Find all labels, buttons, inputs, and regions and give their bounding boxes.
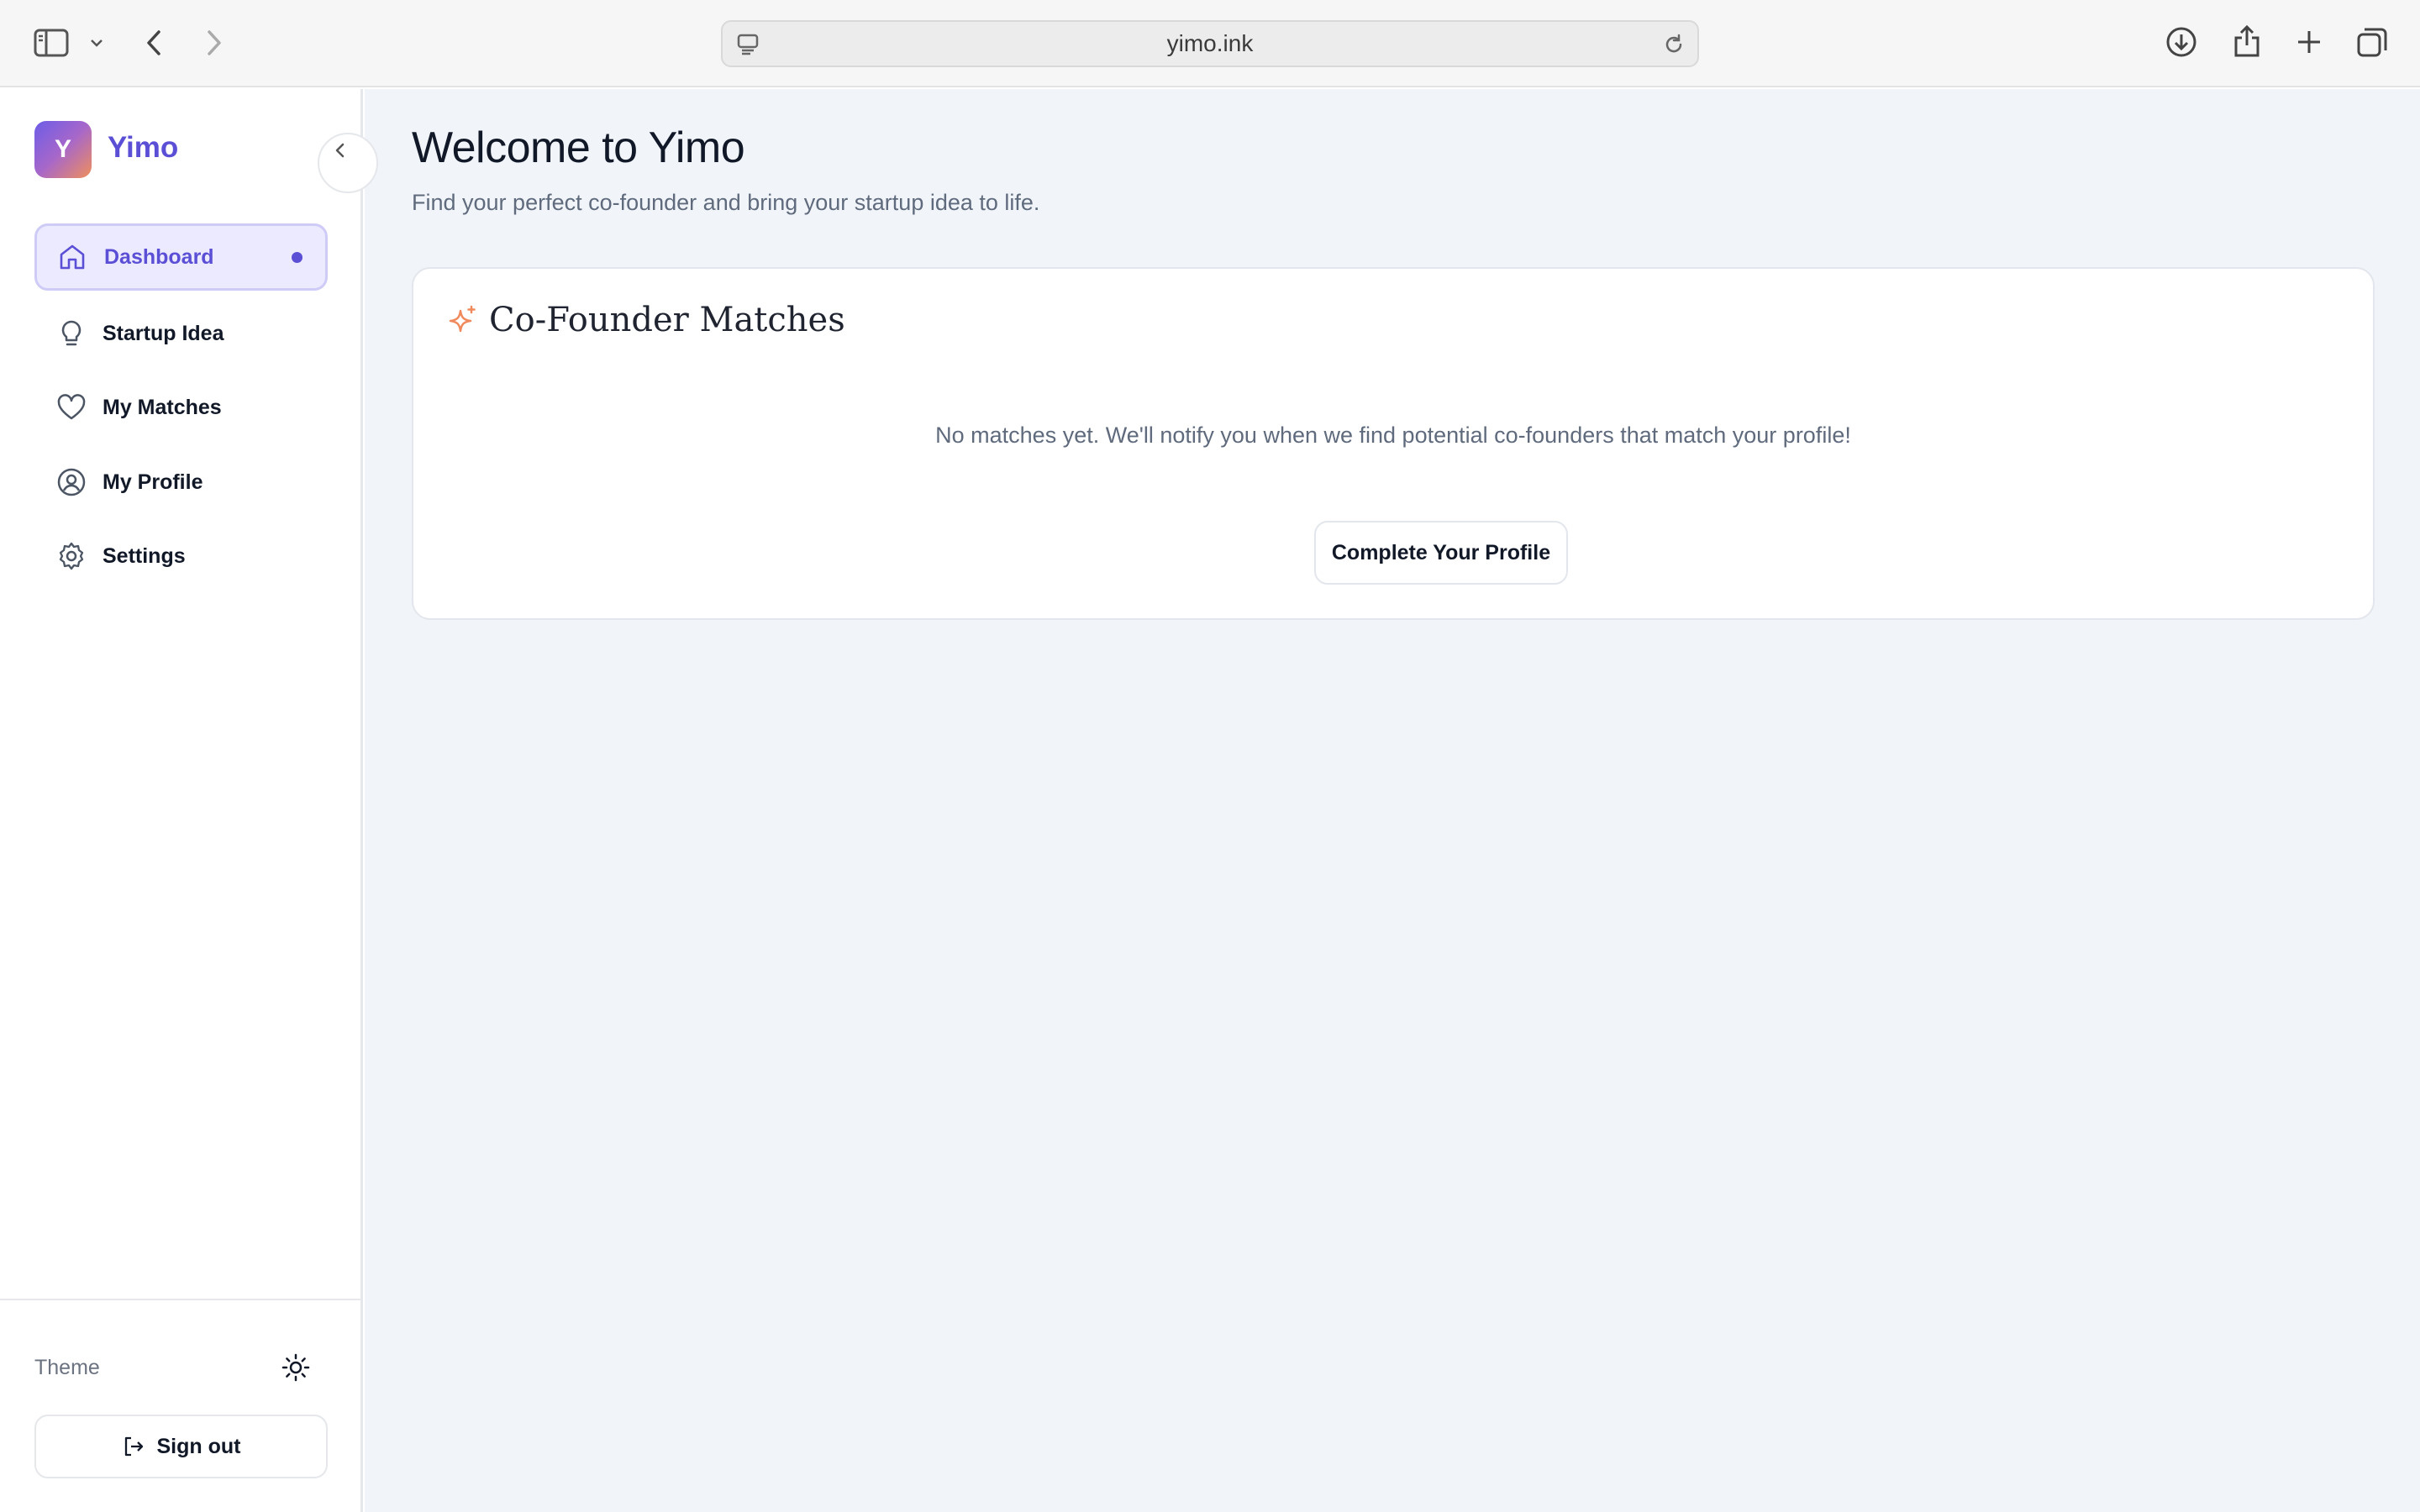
empty-state-message: No matches yet. We'll notify you when we…: [935, 423, 1851, 448]
complete-profile-button[interactable]: Complete Your Profile: [1314, 521, 1568, 585]
theme-label: Theme: [34, 1356, 100, 1379]
page-subtitle: Find your perfect co-founder and bring y…: [412, 190, 1040, 215]
sidebar-item-label: Dashboard: [104, 244, 214, 269]
new-tab-icon[interactable]: [2292, 25, 2326, 59]
reload-icon[interactable]: [1660, 32, 1687, 57]
sign-out-button[interactable]: Sign out: [34, 1415, 328, 1478]
share-icon[interactable]: [2230, 24, 2264, 59]
forward-arrow-icon[interactable]: [202, 27, 227, 59]
app-name[interactable]: Yimo: [108, 131, 178, 165]
page-title: Welcome to Yimo: [412, 123, 745, 172]
sign-out-label: Sign out: [156, 1434, 241, 1458]
chevron-down-icon[interactable]: [87, 34, 106, 52]
sidebar-item-my-profile[interactable]: My Profile: [34, 449, 328, 516]
sidebar-item-startup-idea[interactable]: Startup Idea: [34, 300, 328, 367]
gear-icon: [59, 542, 84, 570]
card-title: Co-Founder Matches: [489, 301, 845, 339]
sidebar-item-label: Startup Idea: [103, 321, 224, 345]
heart-icon: [57, 394, 86, 420]
sidebar-item-label: My Matches: [103, 395, 222, 419]
tabs-overview-icon[interactable]: [2354, 25, 2390, 59]
sidebar-item-my-matches[interactable]: My Matches: [34, 374, 328, 441]
sidebar-item-dashboard[interactable]: Dashboard: [34, 223, 328, 291]
lightbulb-icon: [61, 320, 82, 346]
sign-out-icon: [124, 1436, 143, 1457]
home-icon: [60, 244, 85, 270]
chevron-left-icon: [335, 143, 345, 158]
main-content: Welcome to Yimo Find your perfect co-fou…: [365, 89, 2420, 1512]
sidebar: Y Yimo Dashboard Startup Idea My Matches…: [0, 89, 378, 1512]
sidebar-item-label: My Profile: [103, 470, 203, 494]
sidebar-item-settings[interactable]: Settings: [34, 522, 328, 590]
active-indicator-dot: [292, 251, 302, 263]
download-icon[interactable]: [2165, 25, 2198, 59]
logo-letter: Y: [54, 135, 71, 163]
sun-icon[interactable]: [281, 1352, 311, 1383]
collapse-sidebar-button[interactable]: [318, 133, 378, 193]
url-text: yimo.ink: [1166, 30, 1254, 56]
sidebar-toggle-icon[interactable]: [34, 27, 69, 59]
user-circle-icon: [57, 468, 86, 496]
co-founder-matches-card: Co-Founder Matches No matches yet. We'll…: [412, 267, 2375, 620]
app-logo[interactable]: Y: [34, 121, 92, 178]
back-arrow-icon[interactable]: [141, 27, 166, 59]
sidebar-divider: [0, 1299, 363, 1300]
url-field[interactable]: yimo.ink: [721, 20, 1699, 67]
browser-toolbar: yimo.ink: [0, 0, 2420, 87]
sidebar-item-label: Settings: [103, 543, 186, 568]
sparkle-icon: [449, 305, 476, 333]
